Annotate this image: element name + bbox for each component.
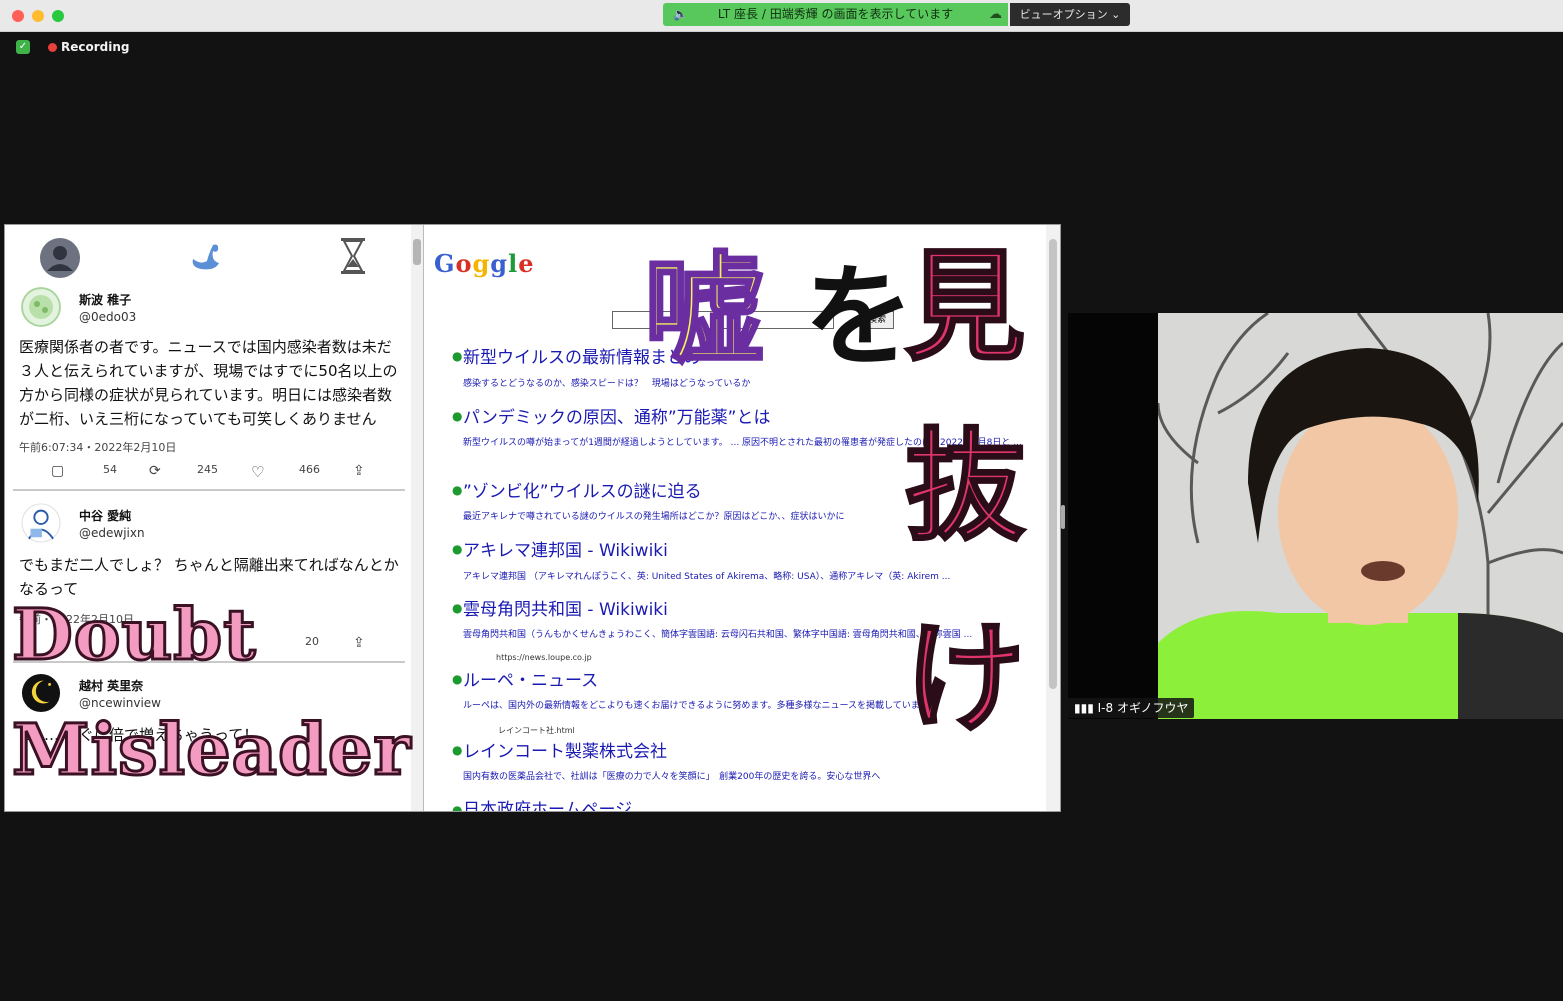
search-result-snippet-7: 国内有数の医薬品会社で、社訓は「医療の力で人々を笑顔に」 創業200年の歴史を誇… [463,772,881,782]
screen-share-banner: 🔈 LT 座長 / 田端秀輝 の画面を表示しています ☁ [663,3,1008,26]
signal-icon: ▮▮▮ [1074,701,1094,715]
avatar[interactable] [21,673,61,713]
sns-scrollbar[interactable] [411,225,423,811]
participant-video[interactable] [1158,313,1563,719]
recording-indicator: ✓ Recording [16,40,130,54]
result-bullet: ● [452,743,463,757]
tweet-divider [13,489,405,491]
share-icon[interactable]: ⇪ [353,635,365,651]
search-result-title-3[interactable]: ”ゾンビ化”ウイルスの謎に迫る [463,477,702,502]
title-kanji-nu: 抜 [904,418,1027,557]
like-icon[interactable]: ♡ [251,463,264,481]
result-bullet: ● [452,672,463,686]
search-result-url-7: レインコート社.html [498,726,575,735]
tweet-author-name: 中谷 愛純 [79,509,132,523]
search-result-url-6: https://news.loupe.co.jp [496,653,592,662]
swan-logo-icon[interactable] [189,241,225,273]
avatar[interactable] [21,503,61,543]
share-banner-text: LT 座長 / 田端秀輝 の画面を表示しています [717,7,954,21]
retweet-count: 245 [197,463,218,476]
tweet-timestamp: 午前6:07:34・2022年2月10日 [19,441,177,454]
shield-icon: ✓ [16,40,30,54]
participant-name: I-8 オギノフウヤ [1097,701,1189,715]
close-window-button[interactable] [12,10,24,22]
reply-icon[interactable]: ▢ [51,463,64,479]
search-scrollbar[interactable] [1046,225,1060,811]
reply-count: 54 [103,463,117,476]
result-bullet: ● [452,803,463,811]
tweet-actions: ▢ 54 ⟳ 245 ♡ 466 ⇪ [51,463,401,481]
tweet-text: 医療関係者の者です。ニュースでは国内感染者数は未だ３人と伝えられていますが、現場… [19,338,398,428]
cloud-icon: ☁ [989,7,1002,22]
title-doubt: Doubt [11,593,258,676]
participant-video-feed [1158,313,1563,719]
tweet-1[interactable]: 斯波 稚子 @0edo03 医療関係者の者です。ニュースでは国内感染者数は未だ３… [15,283,403,483]
tweet-author-name: 斯波 稚子 [79,293,132,307]
window-titlebar: 🔈 LT 座長 / 田端秀輝 の画面を表示しています ☁ ビューオプション ⌄ [0,0,1563,32]
avatar[interactable] [21,287,61,327]
result-bullet: ● [452,601,463,615]
search-result-title-7[interactable]: レインコート製薬株式会社 [463,737,667,762]
participant-name-tag: ▮▮▮ I-8 オギノフウヤ [1068,698,1195,718]
tweet-author-handle: @0edo03 [79,310,137,324]
search-result-snippet-4: アキレマ連邦国 （アキレマれんぽうこく、英: United States of … [463,572,951,582]
result-bullet: ● [452,409,463,423]
profile-icon[interactable] [39,237,81,279]
retweet-icon[interactable]: ⟳ [149,463,161,479]
hourglass-icon[interactable] [339,237,367,275]
result-bullet: ● [452,483,463,497]
search-result-title-8[interactable]: 日本政府ホームページ [463,795,632,811]
zoom-window-button[interactable] [52,10,64,22]
like-count: 466 [299,463,320,476]
search-result-title-6[interactable]: ルーペ・ニュース [463,666,598,691]
minimize-window-button[interactable] [32,10,44,22]
title-kana-ke: け [904,610,1027,749]
result-bullet: ● [452,349,463,363]
title-misleader: Misleader [10,708,412,791]
result-bullet: ● [452,542,463,556]
search-result-title-2[interactable]: パンデミックの原因、通称”万能薬”とは [463,403,770,428]
title-kanji-mi: 見 [904,238,1027,377]
like-count: 20 [305,635,319,648]
speaker-icon: 🔈 [673,7,688,21]
tweet-author-name: 越村 英里奈 [79,679,144,693]
recording-label: Recording [61,40,130,54]
share-icon[interactable]: ⇪ [353,463,365,479]
title-kanji-uso: 嘘 [643,242,766,381]
record-dot-icon [48,42,57,52]
search-result-title-5[interactable]: 雲母角閃共和国 - Wikiwiki [463,595,668,620]
search-result-title-4[interactable]: アキレマ連邦国 - Wikiwiki [463,536,668,561]
split-view-handle[interactable] [1061,505,1065,529]
search-logo: Goggle [434,249,535,278]
video-tile-letterbox [1068,313,1158,719]
title-kana-wo: を [804,253,914,381]
tweet-author-handle: @edewjixn [79,526,145,540]
view-options-button[interactable]: ビューオプション ⌄ [1010,3,1130,26]
